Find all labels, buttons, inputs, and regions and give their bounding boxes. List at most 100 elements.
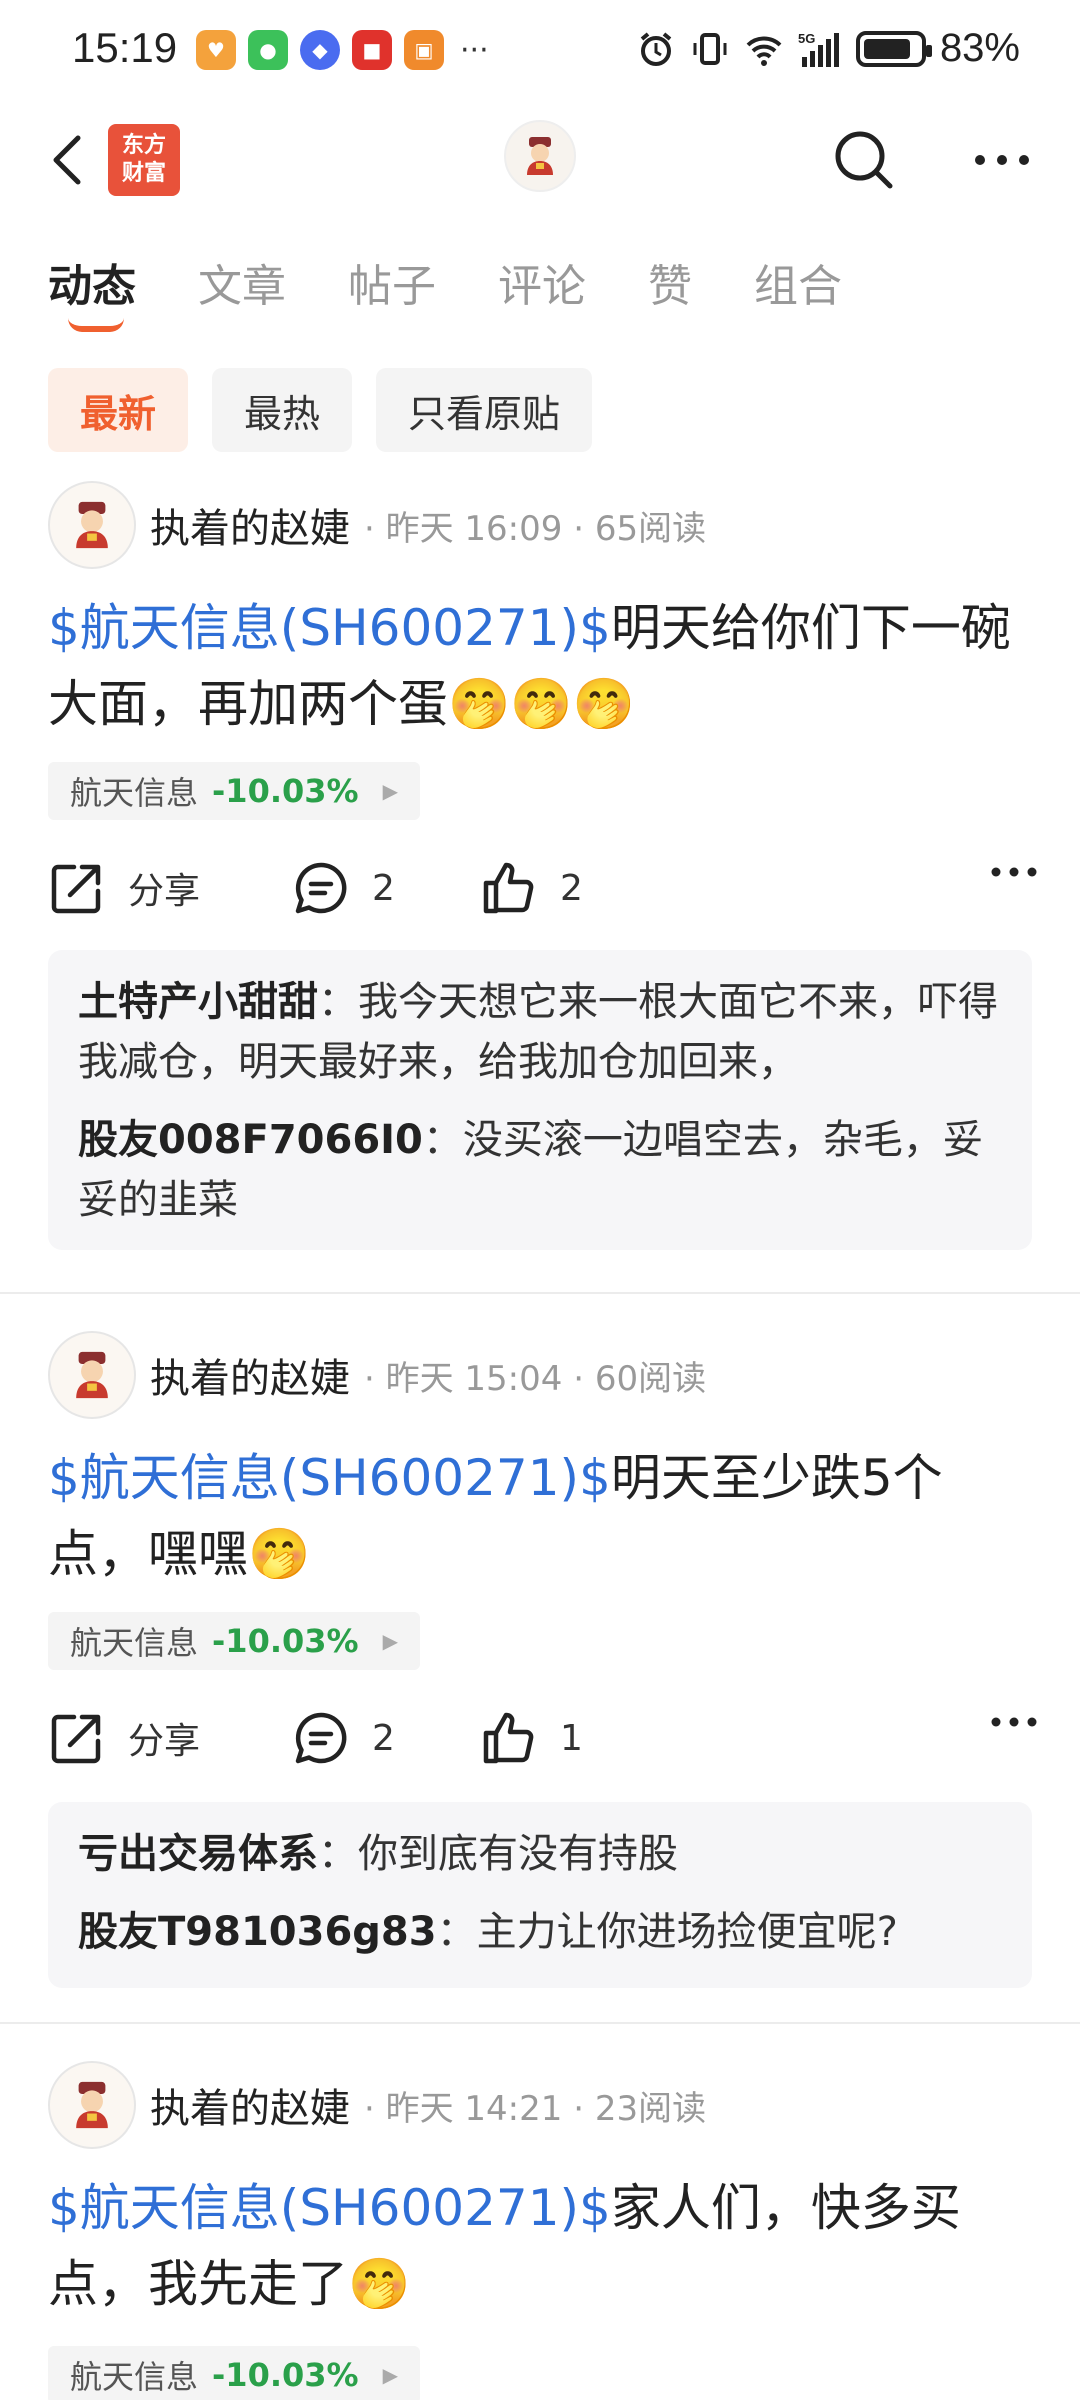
tab-comments[interactable]: 评论 — [498, 250, 586, 330]
profile-tabs: 动态 文章 帖子 评论 赞 组合 — [48, 250, 904, 332]
fortune-god-icon — [76, 1351, 108, 1399]
post-meta: · 昨天 16:09 · 65阅读 — [364, 508, 707, 549]
tab-portfolio[interactable]: 组合 — [754, 250, 842, 330]
stock-tag[interactable]: 航天信息 -10.03% ▶ — [48, 2346, 420, 2400]
status-time: 15:19 — [72, 24, 178, 71]
stock-change: -10.03% — [212, 1622, 359, 1660]
post-actions: 分享 2 2 — [48, 848, 1038, 928]
filter-original-only[interactable]: 只看原贴 — [376, 368, 593, 452]
comment-button[interactable]: 2 — [292, 1698, 395, 1778]
comment-item[interactable]: 股友T981036g83：主力让你进场捡便宜呢? — [78, 1902, 1002, 1962]
stock-ticker-link[interactable]: $航天信息(SH600271)$ — [48, 1449, 611, 1507]
post-more-icon[interactable] — [990, 866, 1038, 878]
author-avatar[interactable] — [48, 2061, 136, 2149]
tab-dynamic[interactable]: 动态 — [48, 250, 136, 332]
filter-hottest[interactable]: 最热 — [212, 368, 353, 452]
filter-chips: 最新 最热 只看原贴 — [48, 368, 593, 452]
post-header: 执着的赵婕 · 昨天 16:09 · 65阅读 — [48, 480, 706, 570]
post-card[interactable]: 执着的赵婕 · 昨天 14:21 · 23阅读 $航天信息(SH600271)$… — [0, 2060, 1080, 2400]
author-avatar[interactable] — [48, 481, 136, 569]
stock-change: -10.03% — [212, 772, 359, 810]
comment-user[interactable]: 亏出交易体系 — [78, 1831, 318, 1877]
comment-text: 你到底有没有持股 — [358, 1831, 678, 1877]
post-actions: 分享 2 1 — [48, 1698, 1038, 1778]
like-count: 2 — [560, 867, 583, 909]
post-card[interactable]: 执着的赵婕 · 昨天 16:09 · 65阅读 $航天信息(SH600271)$… — [0, 480, 1080, 1260]
comment-icon — [295, 1712, 347, 1764]
comment-preview-box[interactable]: 土特产小甜甜：我今天想它来一根大面它不来，吓得我减仓，明天最好来，给我加仓加回来… — [48, 950, 1032, 1250]
wallet-icon: ▣ — [404, 30, 444, 70]
post-header: 执着的赵婕 · 昨天 14:21 · 23阅读 — [48, 2060, 706, 2150]
battery-icon — [855, 30, 932, 67]
stock-change: -10.03% — [212, 2356, 359, 2394]
system-indicators: 5G 83% — [636, 26, 1020, 71]
comment-item[interactable]: 股友008F7066I0：没买滚一边唱空去，杂毛，妥妥的韭菜 — [78, 1110, 1002, 1230]
comment-count: 2 — [372, 1717, 395, 1759]
post-more-icon[interactable] — [990, 1716, 1038, 1728]
post-card[interactable]: 执着的赵婕 · 昨天 15:04 · 60阅读 $航天信息(SH600271)$… — [0, 1330, 1080, 2000]
like-button[interactable]: 1 — [480, 1698, 583, 1778]
tab-posts[interactable]: 帖子 — [348, 250, 436, 330]
user-avatar[interactable] — [504, 120, 576, 192]
top-nav-bar: 东方 财富 — [0, 110, 1080, 210]
stock-tag[interactable]: 航天信息 -10.03% ▶ — [48, 1612, 420, 1670]
comment-count: 2 — [372, 867, 395, 909]
post-content[interactable]: $航天信息(SH600271)$明天至少跌5个点，嘿嘿🤭 — [48, 1440, 1038, 1592]
tmall-icon: ■ — [352, 30, 392, 70]
comment-button[interactable]: 2 — [292, 848, 395, 928]
post-meta: · 昨天 15:04 · 60阅读 — [364, 1358, 707, 1399]
comment-text: 主力让你进场捡便宜呢? — [476, 1909, 898, 1955]
share-icon — [51, 1714, 101, 1764]
thumbs-up-icon — [483, 1712, 534, 1764]
more-notifications: ··· — [460, 32, 489, 68]
share-button[interactable]: 分享 — [48, 848, 200, 928]
stock-tag[interactable]: 航天信息 -10.03% ▶ — [48, 762, 420, 820]
post-divider — [0, 2022, 1080, 2024]
play-arrow-icon: ▶ — [382, 1629, 398, 1653]
like-button[interactable]: 2 — [480, 848, 583, 928]
author-avatar[interactable] — [48, 1331, 136, 1419]
comment-user[interactable]: 股友008F7066I0 — [78, 1117, 423, 1163]
stock-name: 航天信息 — [70, 1624, 199, 1662]
signal-5g-icon: 5G — [798, 31, 839, 67]
stock-ticker-link[interactable]: $航天信息(SH600271)$ — [48, 599, 611, 657]
alarm-icon — [640, 31, 672, 66]
battery-percent: 83% — [939, 26, 1020, 70]
tab-articles[interactable]: 文章 — [198, 250, 286, 330]
stock-ticker-link[interactable]: $航天信息(SH600271)$ — [48, 2179, 611, 2237]
comment-icon — [295, 862, 347, 914]
post-meta: · 昨天 14:21 · 23阅读 — [364, 2088, 707, 2129]
like-count: 1 — [560, 1717, 583, 1759]
fortune-god-icon — [76, 2081, 108, 2129]
wifi-icon — [746, 36, 782, 66]
search-button[interactable] — [828, 124, 900, 196]
comment-item[interactable]: 土特产小甜甜：我今天想它来一根大面它不来，吓得我减仓，明天最好来，给我加仓加回来… — [78, 972, 1002, 1092]
comment-item[interactable]: 亏出交易体系：你到底有没有持股 — [78, 1824, 1002, 1884]
vibrate-icon — [693, 32, 727, 65]
comment-preview-box[interactable]: 亏出交易体系：你到底有没有持股 股友T981036g83：主力让你进场捡便宜呢? — [48, 1802, 1032, 1988]
post-divider — [0, 1292, 1080, 1294]
author-name[interactable]: 执着的赵婕 — [150, 1346, 350, 1404]
share-label: 分享 — [128, 1721, 201, 1762]
post-header: 执着的赵婕 · 昨天 15:04 · 60阅读 — [48, 1330, 706, 1420]
planet-icon: ◆ — [300, 30, 340, 70]
notification-icons: ♥ ● ◆ ■ ▣ ··· — [196, 30, 489, 70]
post-content[interactable]: $航天信息(SH600271)$家人们，快多买点，我先走了🤭 — [48, 2170, 1038, 2322]
author-name[interactable]: 执着的赵婕 — [150, 2076, 350, 2134]
fortune-god-icon — [527, 137, 553, 175]
share-button[interactable]: 分享 — [48, 1698, 200, 1778]
filter-latest[interactable]: 最新 — [48, 368, 189, 452]
more-dots-icon — [975, 155, 1029, 165]
logo-text-line1: 东方 — [121, 133, 166, 158]
comment-user[interactable]: 股友T981036g83 — [78, 1909, 437, 1955]
fortune-god-icon — [76, 501, 108, 549]
tab-likes[interactable]: 赞 — [648, 250, 692, 330]
comment-user[interactable]: 土特产小甜甜 — [78, 979, 318, 1025]
svg-text:5G: 5G — [798, 31, 815, 46]
author-name[interactable]: 执着的赵婕 — [150, 496, 350, 554]
back-button[interactable] — [40, 130, 100, 190]
active-tab-indicator — [68, 318, 124, 332]
status-bar: 15:19 ♥ ● ◆ ■ ▣ ··· 5G 83% — [0, 0, 1080, 100]
more-options-button[interactable] — [966, 124, 1038, 196]
post-content[interactable]: $航天信息(SH600271)$明天给你们下一碗大面，再加两个蛋🤭🤭🤭 — [48, 590, 1038, 742]
